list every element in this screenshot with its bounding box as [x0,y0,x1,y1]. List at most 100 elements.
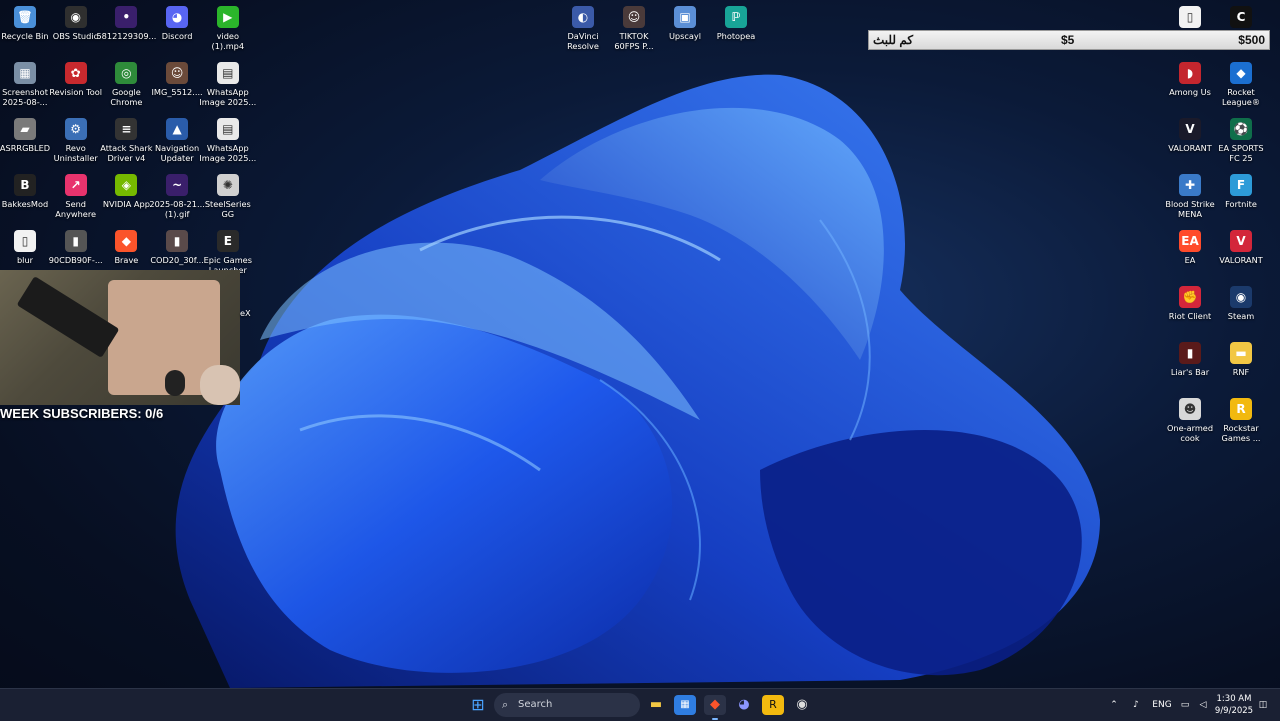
photo-file-icon: ☺ [166,62,189,84]
desktop-icon[interactable]: ▶ video (1).mp4 [198,2,258,51]
folder-icon: ▬ [1230,342,1252,364]
rocket-league-icon: ◆ [1230,62,1252,84]
desktop-icon[interactable]: ▬ RNF [1211,338,1271,377]
rockstar-games-icon[interactable]: R [762,695,784,715]
send-anywhere-icon: ↗ [64,174,87,196]
donation-label: كم للبث [873,33,914,47]
desktop-icon[interactable]: ▤ WhatsApp Image 2025... [198,58,258,107]
microsoft-store-icon[interactable]: ▦ [674,695,696,715]
recycle-bin-icon: 🗑 [14,6,36,28]
desktop-icon[interactable]: ◉ Steam [1211,282,1271,321]
image-file-icon: ▤ [216,62,239,84]
attack-shark-icon: ≡ [115,118,138,140]
desktop-icon-label: RNF [1232,367,1250,377]
notification-icon[interactable]: ◫ [1256,689,1270,721]
chevron-up-icon[interactable]: ⌃ [1107,689,1121,721]
obs-icon[interactable]: ◉ [791,695,813,715]
image-file-icon: ▤ [216,118,239,140]
steelseries-icon: ✺ [216,174,239,196]
rockstar-games-icon: R [1230,398,1252,420]
revo-uninstaller-icon: ⚙ [64,118,87,140]
search-icon: ⌕ [502,698,509,711]
discord-icon: ◕ [166,6,189,28]
windows-start-icon[interactable]: ⊞ [467,695,489,715]
subscribers-goal-text: WEEK SUBSCRIBERS: 0/6 [0,406,164,421]
brave-icon: ◆ [115,230,138,252]
network-icon[interactable]: ▭ [1178,689,1192,721]
taskbar: ⊞ ⌕ Search ▬ ▦ ◆ ◕ R ◉ ⌃ ♪ ENG ▭ ◁ 1:30 … [0,688,1280,721]
obs-icon: ◉ [64,6,87,28]
volume-icon[interactable]: ◁ [1196,689,1210,721]
fortnite-icon: F [1230,174,1252,196]
valorant-icon: V [1230,230,1252,252]
desktop-icon-label: video (1).mp4 [211,31,245,51]
file-icon: ▯ [1179,6,1201,28]
clock-time: 1:30 AM [1216,694,1252,704]
epic-games-icon: E [216,230,239,252]
language-indicator[interactable]: ENG [1150,689,1174,721]
app-icon: • [115,6,138,28]
desktop-icon-label: EA SPORTS FC 25 [1218,143,1264,163]
donation-goal: $500 [1238,33,1265,47]
chrome-icon: ◎ [115,62,138,84]
taskbar-search-box[interactable]: ⌕ Search [494,693,640,717]
search-placeholder: Search [518,699,553,710]
liars-bar-icon: ▮ [1179,342,1201,364]
desktop-icon[interactable]: ◆ Rocket League® [1211,58,1271,107]
desktop-icon[interactable]: ⚽ EA SPORTS FC 25 [1211,114,1271,163]
davinci-resolve-icon: ◐ [572,6,594,28]
desktop-icon[interactable]: ▤ WhatsApp Image 2025... [198,114,258,163]
bakkesmod-icon: B [14,174,36,196]
donation-current: $5 [1061,33,1075,47]
valorant-icon: V [1179,118,1201,140]
clock[interactable]: 1:30 AM 9/9/2025 [1214,693,1254,717]
keyboard [16,276,120,358]
desktop-icon[interactable]: R Rockstar Games ... [1211,394,1271,443]
desktop-icon-label: Fortnite [1225,199,1257,209]
desktop-icon-label: Rocket League® [1221,87,1261,107]
hand [200,365,240,405]
desktop-icon-label: VALORANT [1219,255,1263,265]
nvidia-icon: ◈ [115,174,138,196]
blood-strike-icon: ✚ [1179,174,1201,196]
desktop-icon-label: WhatsApp Image 2025... [199,87,257,107]
revision-tool-icon: ✿ [64,62,87,84]
ea-icon: EA [1179,230,1201,252]
microphone-icon[interactable]: ♪ [1129,689,1143,721]
image-file-icon: ▦ [14,62,36,84]
steam-icon: ◉ [1230,286,1252,308]
call-of-duty-icon: C [1230,6,1252,28]
desktop-icon-label: Rockstar Games ... [1221,423,1261,443]
discord-icon[interactable]: ◕ [733,695,755,715]
riot-client-icon: ✊ [1179,286,1201,308]
desktop-icon-label: Photopea [716,31,756,41]
desktop-icon[interactable]: F Fortnite [1211,170,1271,209]
desktop-icon-label: SteelSeries GG [204,199,251,219]
desktop-icon[interactable]: V VALORANT [1211,226,1271,265]
ea-sports-fc-icon: ⚽ [1230,118,1252,140]
image-file-icon: ▮ [64,230,87,252]
desktop-icon[interactable]: C [1211,2,1271,31]
donation-goal-bar: كم للبث $5 $500 [868,30,1270,50]
file-icon: ▯ [14,230,36,252]
video-file-icon: ▶ [216,6,239,28]
one-armed-cook-icon: ☻ [1179,398,1201,420]
photopea-icon: ℙ [725,6,747,28]
mouse [165,370,185,396]
video-file-icon: ☺ [623,6,645,28]
among-us-icon: ◗ [1179,62,1201,84]
clock-date: 9/9/2025 [1214,706,1254,716]
gif-file-icon: ~ [166,174,189,196]
navigation-updater-icon: ▲ [166,118,189,140]
desktop-icon-label: WhatsApp Image 2025... [199,143,257,163]
desktop-icon[interactable]: ℙ Photopea [706,2,766,41]
desktop-icon[interactable]: EEpic Games Launcher [198,226,258,275]
asrock-rgb-icon: ▰ [14,118,36,140]
webcam-overlay [0,270,240,405]
desktop-icon-label-partial: eX [240,308,251,318]
desktop-icon-label: Steam [1227,311,1255,321]
brave-icon[interactable]: ◆ [704,695,726,715]
desktop-icon[interactable]: ✺ SteelSeries GG [198,170,258,219]
upscayl-icon: ▣ [674,6,696,28]
file-explorer-icon[interactable]: ▬ [645,695,667,715]
